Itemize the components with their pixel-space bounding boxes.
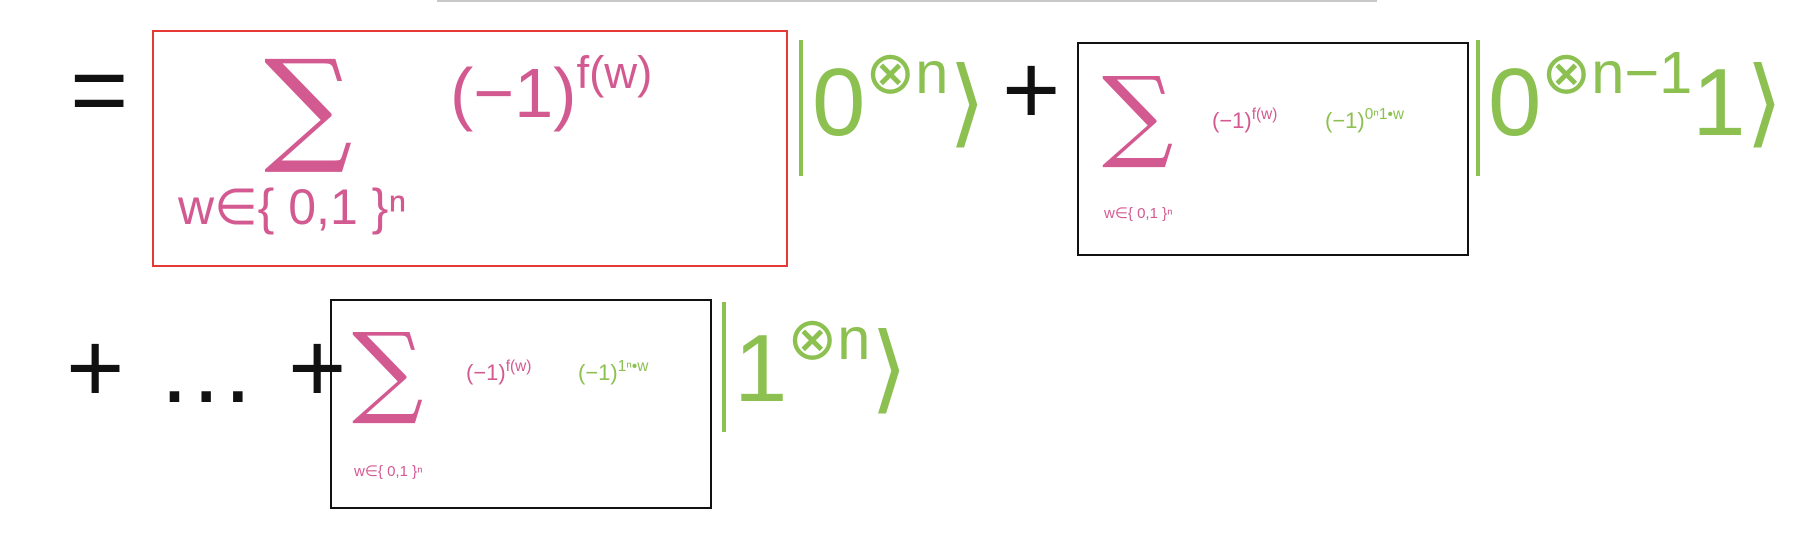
summation-subscript: w∈{ 0,1 }ⁿ xyxy=(178,179,407,235)
ket-left-bar xyxy=(1476,40,1480,176)
summation-subscript: w∈{ 0,1 }ⁿ xyxy=(354,463,423,480)
ket-left-bar xyxy=(722,302,726,432)
inner-product-factor: (−1)0ⁿ1•w xyxy=(1325,106,1404,133)
summation-symbol: ∑ xyxy=(264,34,353,178)
equals-sign: = xyxy=(70,34,129,146)
ket-left-bar xyxy=(799,40,803,176)
top-divider xyxy=(437,0,1377,2)
plus-ellipsis-plus: + … + xyxy=(66,312,349,424)
ket-one-n: 1⊗n⟩ xyxy=(734,305,908,424)
summation-symbol: ∑ xyxy=(352,311,424,428)
ket-zero-n: 0⊗n⟩ xyxy=(812,39,986,158)
plus-sign: + xyxy=(1002,34,1061,146)
inner-product-factor: (−1)1ⁿ•w xyxy=(578,358,649,385)
ket-zero-n-minus-1-one: 0⊗n−11⟩ xyxy=(1488,39,1784,158)
phase-factor: (−1)f(w) xyxy=(466,358,532,385)
summation-subscript: w∈{ 0,1 }ⁿ xyxy=(1104,205,1173,222)
phase-factor: (−1)f(w) xyxy=(1212,106,1278,133)
phase-factor: (−1)f(w) xyxy=(450,46,653,132)
summation-symbol: ∑ xyxy=(1102,55,1174,172)
